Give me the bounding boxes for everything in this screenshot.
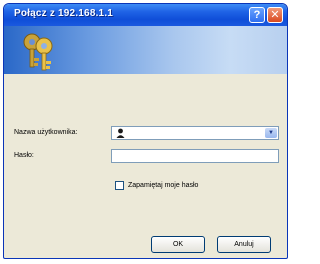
help-icon: ? (253, 9, 261, 21)
password-field[interactable] (111, 149, 279, 163)
login-dialog: Połącz z 192.168.1.1 ? ✕ Nazwa użytkowni… (3, 3, 288, 259)
keys-icon (23, 33, 53, 71)
chevron-down-icon[interactable]: ▼ (265, 128, 277, 138)
password-label: Hasło: (14, 152, 34, 159)
username-combobox[interactable]: ▼ (111, 126, 279, 140)
cancel-button[interactable]: Anuluj (217, 236, 271, 253)
title-bar[interactable]: Połącz z 192.168.1.1 ? ✕ (4, 4, 287, 26)
dialog-banner (4, 26, 287, 74)
close-icon: ✕ (270, 9, 280, 21)
user-icon (116, 128, 125, 138)
ok-button[interactable]: OK (151, 236, 205, 253)
help-button[interactable]: ? (249, 7, 265, 23)
remember-password-label[interactable]: Zapamiętaj moje hasło (128, 182, 198, 189)
close-button[interactable]: ✕ (267, 7, 283, 23)
username-label: Nazwa użytkownika: (14, 129, 78, 136)
remember-password-checkbox[interactable] (115, 181, 124, 190)
window-title: Połącz z 192.168.1.1 (14, 8, 114, 19)
